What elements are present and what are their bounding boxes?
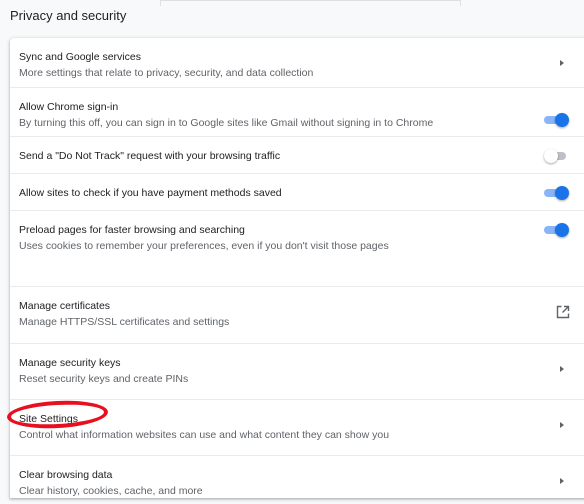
row-title: Allow Chrome sign-in: [19, 101, 119, 113]
row-manage-certificates[interactable]: Manage certificates Manage HTTPS/SSL cer…: [10, 286, 584, 335]
row-subtitle: Reset security keys and create PINs: [19, 373, 189, 385]
arrow-right-icon[interactable]: [560, 478, 564, 484]
top-divider-right: [460, 0, 461, 6]
toggle-knob: [555, 223, 569, 237]
toggle-knob: [544, 149, 558, 163]
privacy-security-card: Sync and Google services More settings t…: [10, 38, 584, 498]
row-payment-methods: Allow sites to check if you have payment…: [10, 173, 584, 210]
preload-pages-toggle[interactable]: [544, 222, 570, 238]
row-title: Manage certificates: [19, 300, 111, 312]
payment-methods-toggle[interactable]: [544, 185, 570, 201]
external-link-icon[interactable]: [556, 305, 570, 319]
arrow-right-icon[interactable]: [560, 60, 564, 66]
toggle-knob: [555, 186, 569, 200]
row-title: Allow sites to check if you have payment…: [19, 187, 282, 199]
section-title: Privacy and security: [10, 8, 127, 23]
row-manage-security-keys[interactable]: Manage security keys Reset security keys…: [10, 343, 584, 392]
row-subtitle: Control what information websites can us…: [19, 429, 390, 441]
row-title: Manage security keys: [19, 357, 121, 369]
arrow-right-icon[interactable]: [560, 422, 564, 428]
row-subtitle: Manage HTTPS/SSL certificates and settin…: [19, 316, 230, 328]
toggle-knob: [555, 113, 569, 127]
row-subtitle: More settings that relate to privacy, se…: [19, 67, 314, 79]
row-title: Send a "Do Not Track" request with your …: [19, 150, 281, 162]
row-title: Clear browsing data: [19, 469, 113, 481]
row-allow-chrome-signin: Allow Chrome sign-in By turning this off…: [10, 87, 584, 136]
row-sync-google-services[interactable]: Sync and Google services More settings t…: [10, 38, 584, 87]
row-preload-pages: Preload pages for faster browsing and se…: [10, 210, 584, 259]
top-divider-left: [160, 0, 161, 6]
do-not-track-toggle[interactable]: [544, 148, 570, 164]
row-clear-browsing-data[interactable]: Clear browsing data Clear history, cooki…: [10, 455, 584, 504]
row-subtitle: Clear history, cookies, cache, and more: [19, 485, 203, 497]
row-subtitle: Uses cookies to remember your preference…: [19, 240, 389, 252]
chrome-signin-toggle[interactable]: [544, 112, 570, 128]
top-divider: [160, 0, 460, 1]
arrow-right-icon[interactable]: [560, 366, 564, 372]
row-title: Preload pages for faster browsing and se…: [19, 224, 245, 236]
row-title: Sync and Google services: [19, 51, 141, 63]
row-do-not-track: Send a "Do Not Track" request with your …: [10, 136, 584, 173]
row-subtitle: By turning this off, you can sign in to …: [19, 117, 434, 129]
